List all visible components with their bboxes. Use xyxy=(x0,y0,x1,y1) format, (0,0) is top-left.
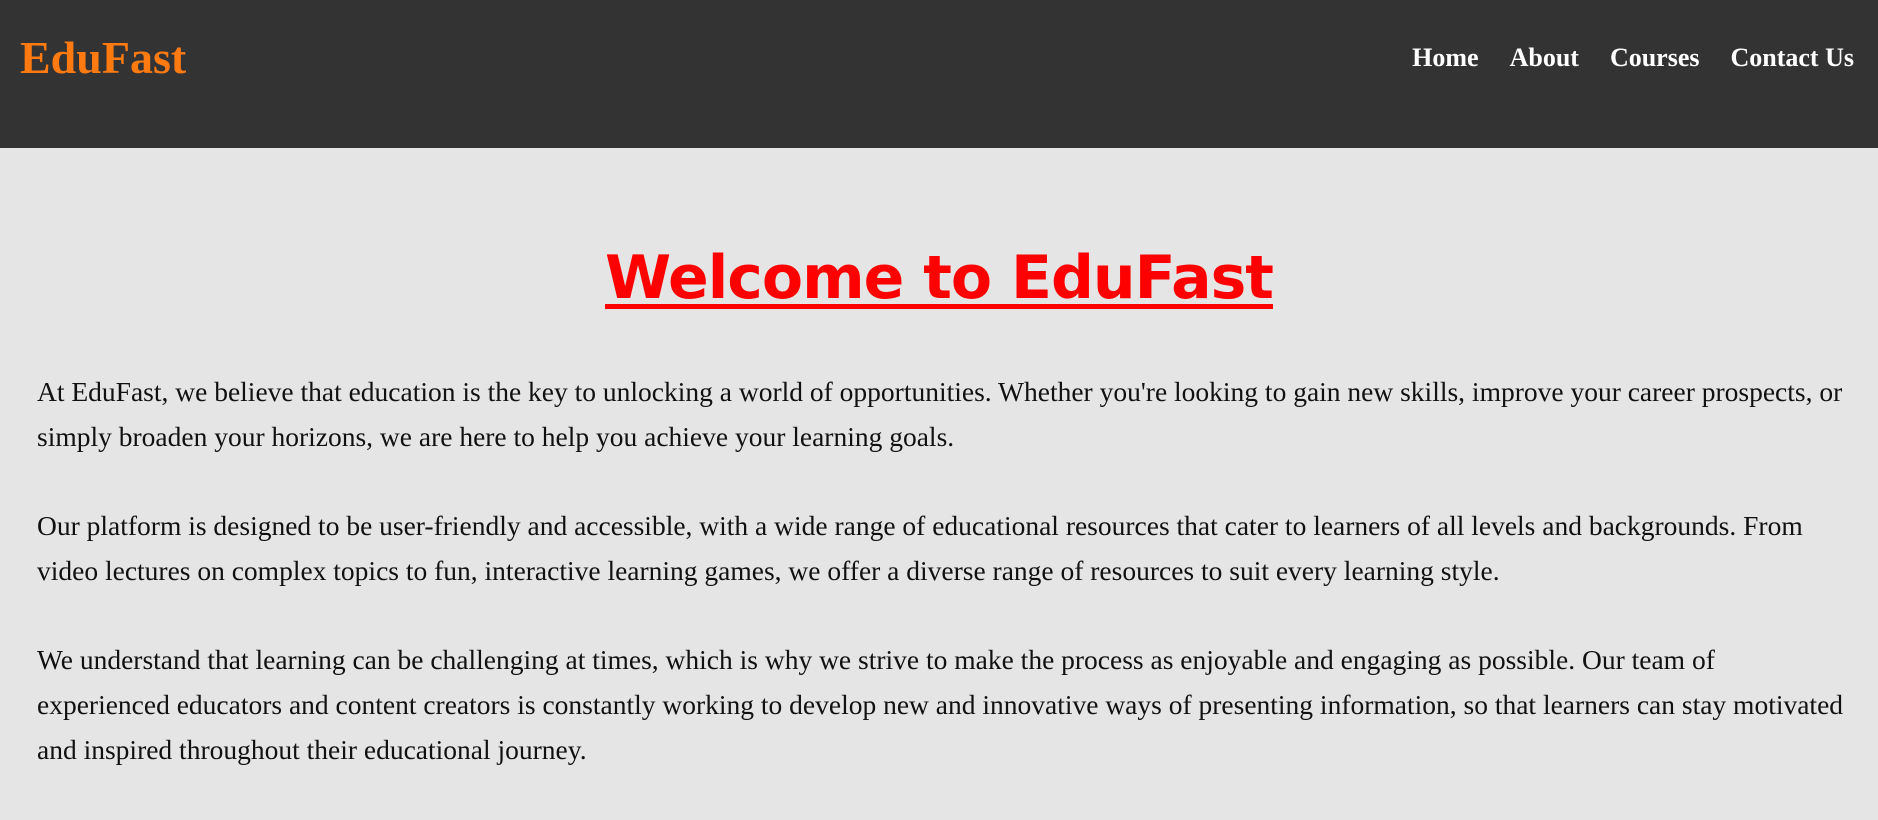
main-content: Welcome to EduFast At EduFast, we believ… xyxy=(0,148,1878,820)
intro-paragraph-3: We understand that learning can be chall… xyxy=(37,644,1844,765)
intro-section: At EduFast, we believe that education is… xyxy=(37,369,1847,816)
nav-item-about: About xyxy=(1510,40,1579,76)
nav-link-courses[interactable]: Courses xyxy=(1610,43,1700,72)
nav-link-about[interactable]: About xyxy=(1510,43,1579,72)
nav-link-home[interactable]: Home xyxy=(1412,43,1478,72)
nav-item-contact: Contact Us xyxy=(1731,40,1855,76)
nav-list: Home About Courses Contact Us xyxy=(1412,40,1854,76)
intro-paragraph-1: At EduFast, we believe that education is… xyxy=(37,376,1843,452)
site-header: EduFast Home About Courses Contact Us xyxy=(0,0,1878,148)
site-logo[interactable]: EduFast xyxy=(20,30,186,86)
nav-item-courses: Courses xyxy=(1610,40,1700,76)
page-title: Welcome to EduFast xyxy=(605,243,1274,313)
nav-link-contact-us[interactable]: Contact Us xyxy=(1731,43,1855,72)
intro-paragraph-2: Our platform is designed to be user-frie… xyxy=(37,510,1803,586)
nav-item-home: Home xyxy=(1412,40,1478,76)
